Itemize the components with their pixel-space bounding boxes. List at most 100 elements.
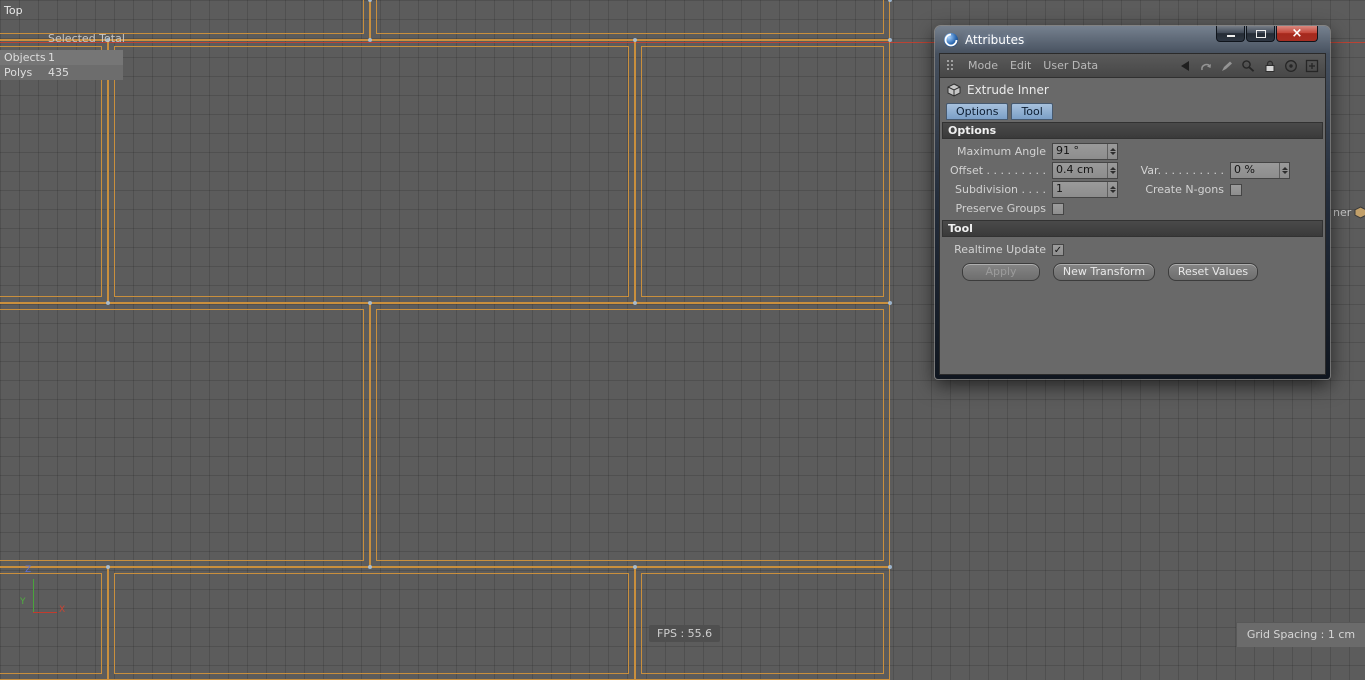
stepper-icon[interactable]	[1107, 182, 1117, 197]
wireframe-inner-polygon	[376, 309, 884, 561]
new-transform-button[interactable]: New Transform	[1053, 263, 1155, 281]
stats-header: Selected Total	[48, 32, 125, 45]
row-maximum-angle: Maximum Angle 91 °	[940, 142, 1325, 161]
viewport-top[interactable]: { "viewport": { "view_label": "Top", "st…	[0, 0, 1365, 680]
attribute-tabs: Options Tool	[946, 103, 1325, 120]
row-subdivision-ngons: Subdivision . . . . 1 Create N-gons	[940, 180, 1325, 199]
maximum-angle-field[interactable]: 91 °	[1052, 143, 1118, 160]
section-header-options[interactable]: Options	[942, 122, 1323, 139]
menu-mode[interactable]: Mode	[968, 59, 998, 72]
magnifier-icon[interactable]	[1241, 59, 1256, 73]
active-tool-row: Extrude Inner	[940, 78, 1325, 100]
attributes-panel: Mode Edit User Data Extrude Inner Option…	[939, 53, 1326, 375]
subdivision-label: Subdivision . . . .	[954, 183, 1046, 196]
wireframe-polygon[interactable]	[635, 567, 890, 680]
wireframe-inner-polygon	[641, 46, 884, 297]
grid-spacing-indicator: Grid Spacing : 1 cm	[1236, 622, 1365, 647]
axis-vertical-line	[33, 579, 34, 613]
close-icon: ×	[1291, 25, 1303, 41]
tab-tool[interactable]: Tool	[1011, 103, 1053, 120]
fps-indicator: FPS : 55.6	[649, 625, 721, 642]
active-tool-name: Extrude Inner	[967, 83, 1049, 97]
wireframe-inner-polygon	[0, 46, 102, 297]
close-button[interactable]: ×	[1276, 26, 1318, 42]
back-arrow-icon[interactable]	[1178, 60, 1192, 72]
apply-button[interactable]: Apply	[962, 263, 1040, 281]
attributes-window: Attributes × Mode Edit User Data Extrude…	[935, 26, 1330, 379]
create-ngons-checkbox[interactable]	[1230, 183, 1242, 196]
wireframe-inner-polygon	[641, 573, 884, 674]
wireframe-polygon[interactable]	[0, 303, 370, 567]
grip-icon[interactable]	[946, 59, 956, 73]
offset-label: Offset . . . . . . . . .	[950, 164, 1046, 177]
axis-y-label: Y	[20, 597, 26, 607]
axis-horizontal-line	[33, 612, 57, 613]
view-label: Top	[4, 4, 23, 17]
wireframe-inner-polygon	[114, 46, 629, 297]
maximize-icon	[1255, 29, 1266, 38]
var-label: Var. . . . . . . . . .	[1140, 164, 1224, 177]
offset-value[interactable]: 0.4 cm	[1053, 163, 1107, 178]
stepper-icon[interactable]	[1107, 144, 1117, 159]
stats-row-polys: Polys 435	[0, 65, 123, 80]
vertex-dot	[888, 301, 892, 305]
window-title: Attributes	[965, 32, 1025, 47]
offset-field[interactable]: 0.4 cm	[1052, 162, 1118, 179]
preserve-groups-label: Preserve Groups	[955, 202, 1046, 215]
stepper-icon[interactable]	[1279, 163, 1289, 178]
wireframe-inner-polygon	[0, 309, 364, 561]
wireframe-polygon[interactable]	[108, 40, 635, 303]
wireframe-polygon[interactable]	[370, 303, 890, 567]
wireframe-polygon[interactable]	[108, 567, 635, 680]
minimize-icon	[1226, 35, 1235, 37]
menu-user-data[interactable]: User Data	[1043, 59, 1098, 72]
c4d-logo-icon	[944, 32, 958, 47]
reset-values-button[interactable]: Reset Values	[1168, 263, 1258, 281]
wireframe-inner-polygon	[0, 0, 364, 34]
row-preserve-groups: Preserve Groups	[940, 199, 1325, 218]
vertex-dot	[106, 565, 110, 569]
axis-z-label: Z	[25, 565, 32, 575]
tab-options[interactable]: Options	[946, 103, 1009, 120]
minimize-button[interactable]	[1216, 26, 1245, 42]
maximize-button[interactable]	[1246, 26, 1275, 42]
maximum-angle-value[interactable]: 91 °	[1053, 144, 1107, 159]
row-realtime-update: Realtime Update ✓	[940, 240, 1325, 259]
lock-icon[interactable]	[1263, 59, 1277, 73]
stats-value: 1	[48, 51, 55, 64]
realtime-update-label: Realtime Update	[954, 243, 1046, 256]
vertex-dot	[368, 38, 372, 42]
subdivision-field[interactable]: 1	[1052, 181, 1118, 198]
menu-edit[interactable]: Edit	[1010, 59, 1031, 72]
realtime-update-checkbox[interactable]: ✓	[1052, 243, 1064, 256]
vertex-dot	[888, 0, 892, 2]
stepper-icon[interactable]	[1107, 163, 1117, 178]
vertex-dot	[888, 565, 892, 569]
vertex-dot	[888, 38, 892, 42]
preserve-groups-checkbox[interactable]	[1052, 202, 1064, 215]
world-axis-gizmo: Z Y X	[18, 565, 78, 623]
vertex-dot	[368, 565, 372, 569]
tool-buttons-row: Apply New Transform Reset Values	[962, 263, 1325, 281]
clipped-label-text: ner	[1333, 206, 1352, 219]
section-header-tool[interactable]: Tool	[942, 220, 1323, 237]
attributes-menubar: Mode Edit User Data	[940, 54, 1325, 78]
wireframe-polygon[interactable]	[370, 0, 890, 40]
add-box-icon[interactable]	[1305, 59, 1319, 73]
var-field[interactable]: 0 %	[1230, 162, 1290, 179]
row-offset-var: Offset . . . . . . . . . 0.4 cm Var. . .…	[940, 161, 1325, 180]
vertex-dot	[106, 301, 110, 305]
stats-row-objects: Objects 1	[0, 50, 123, 65]
var-value[interactable]: 0 %	[1231, 163, 1279, 178]
clipped-object-label[interactable]: ner	[1333, 206, 1365, 219]
pen-icon[interactable]	[1220, 60, 1234, 72]
wireframe-polygon[interactable]	[635, 40, 890, 303]
vertex-dot	[368, 301, 372, 305]
maximum-angle-label: Maximum Angle	[957, 145, 1046, 158]
wireframe-inner-polygon	[114, 573, 629, 674]
target-icon[interactable]	[1284, 59, 1298, 73]
vertex-dot	[633, 565, 637, 569]
subdivision-value[interactable]: 1	[1053, 182, 1107, 197]
wireframe-inner-polygon	[376, 0, 884, 34]
history-arrow-icon[interactable]	[1199, 60, 1213, 72]
